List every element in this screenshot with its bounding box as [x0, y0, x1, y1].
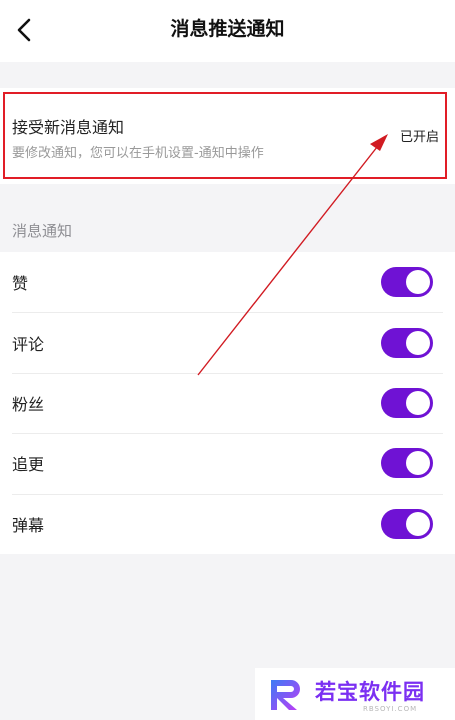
top-navigation-bar: 消息推送通知: [0, 0, 455, 62]
toggle-switch[interactable]: [381, 448, 433, 479]
setting-label: 弹幕: [12, 515, 45, 535]
watermark: 若宝软件园 RBSOYI.COM: [255, 668, 455, 720]
logo-icon: [271, 680, 300, 710]
watermark-subtext: RBSOYI.COM: [363, 705, 418, 713]
setting-label: 粉丝: [12, 394, 45, 414]
setting-label: 评论: [12, 334, 45, 354]
section-label: 消息通知: [12, 222, 73, 240]
toggle-switch[interactable]: [381, 267, 433, 298]
notification-status: 已开启: [399, 130, 439, 145]
setting-row-comment: 评论: [0, 312, 455, 372]
toggle-knob: [406, 390, 430, 415]
watermark-text: 若宝软件园: [315, 680, 425, 704]
toggle-knob: [406, 451, 430, 476]
setting-row-fans: 粉丝: [0, 372, 455, 433]
receive-notifications-description: 要修改通知，您可以在手机设置-通知中操作: [12, 146, 264, 161]
toggle-knob: [406, 511, 430, 536]
notification-settings-list: 赞 评论 粉丝 追更 弹幕: [0, 252, 455, 554]
setting-row-follow-updates: 追更: [0, 433, 455, 493]
toggle-switch[interactable]: [381, 327, 433, 358]
receive-notifications-title: 接受新消息通知: [12, 118, 125, 137]
setting-row-like: 赞: [0, 252, 455, 312]
toggle-switch[interactable]: [381, 387, 433, 418]
toggle-knob: [406, 330, 430, 355]
setting-label: 赞: [12, 274, 29, 294]
toggle-switch[interactable]: [381, 508, 433, 539]
setting-row-danmaku: 弹幕: [0, 493, 455, 554]
setting-label: 追更: [12, 455, 45, 475]
toggle-knob: [406, 270, 430, 295]
page-title: 消息推送通知: [170, 18, 285, 40]
